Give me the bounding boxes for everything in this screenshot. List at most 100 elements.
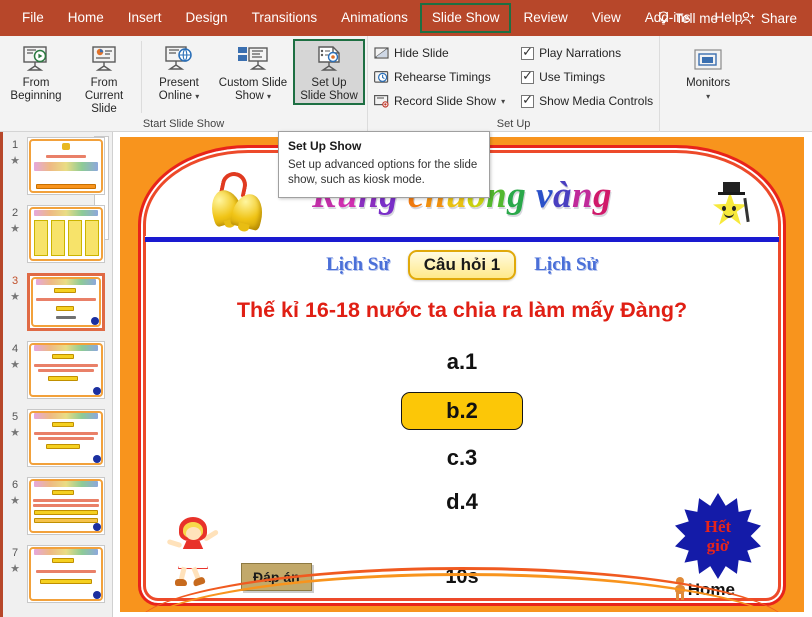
use-timings-checkbox-row[interactable]: Use Timings xyxy=(517,65,657,89)
list-item[interactable]: 4 ★ xyxy=(0,336,112,404)
title-letter: v xyxy=(536,175,553,216)
thumbnail-image[interactable] xyxy=(27,545,105,603)
chevron-down-icon[interactable]: ▾ xyxy=(706,90,710,103)
animation-star-icon: ★ xyxy=(10,155,20,167)
record-slide-show-label: Record Slide Show xyxy=(394,94,497,108)
hide-slide-button[interactable]: Hide Slide xyxy=(370,41,509,65)
present-online-icon xyxy=(163,43,195,77)
animation-star-icon: ★ xyxy=(10,223,20,235)
share-label: Share xyxy=(760,10,797,26)
chevron-down-icon[interactable]: ▾ xyxy=(267,92,271,101)
from-beginning-label-1: From xyxy=(22,77,50,89)
from-current-slide-label-1: From xyxy=(90,77,118,89)
present-from-beginning-icon xyxy=(20,43,52,77)
thumbnail-number: 2 xyxy=(11,207,19,219)
from-current-slide-button[interactable]: From Current Slide xyxy=(70,39,138,116)
lightbulb-icon xyxy=(657,10,670,26)
custom-slide-show-icon xyxy=(236,43,270,77)
tab-file[interactable]: File xyxy=(10,3,56,33)
ribbon-divider xyxy=(141,41,142,113)
tab-animations[interactable]: Animations xyxy=(329,3,420,33)
tooltip-title: Set Up Show xyxy=(288,139,362,153)
list-item[interactable]: 5 ★ xyxy=(0,404,112,472)
use-timings-checkbox[interactable] xyxy=(521,68,535,84)
from-beginning-button[interactable]: From Beginning xyxy=(2,39,70,103)
title-letter: n xyxy=(571,175,594,216)
list-item[interactable]: 6 ★ xyxy=(0,472,112,540)
thumbnail-image[interactable] xyxy=(27,205,105,263)
slide-content-frame: Rung chuông vàng Lịch Sử xyxy=(135,145,789,606)
subject-right-label: Lịch Sử xyxy=(534,254,598,275)
ribbon-tab-bar: File Home Insert Design Transitions Anim… xyxy=(0,0,812,36)
answer-options: a.1 b.2 c.3 d.4 xyxy=(141,348,783,532)
tab-slide-show[interactable]: Slide Show xyxy=(419,3,512,33)
list-item[interactable]: 7 ★ xyxy=(0,540,112,608)
use-timings-label: Use Timings xyxy=(539,70,606,84)
chevron-down-icon[interactable]: ▾ xyxy=(195,92,199,101)
answer-option-c[interactable]: c.3 xyxy=(141,444,783,472)
slide-thumbnail-pane[interactable]: ▲ 1★ 2★ 3★ 4★ 5★ xyxy=(0,132,113,617)
rehearse-timings-icon xyxy=(374,70,389,84)
show-media-controls-checkbox-row[interactable]: Show Media Controls xyxy=(517,89,657,113)
animation-star-icon: ★ xyxy=(10,359,20,371)
question-number-badge[interactable]: Câu hỏi 1 xyxy=(407,250,517,280)
person-add-icon xyxy=(740,11,756,26)
rehearse-timings-button[interactable]: Rehearse Timings xyxy=(370,65,509,89)
monitors-label: Monitors xyxy=(686,77,731,89)
tab-review[interactable]: Review xyxy=(511,3,579,33)
share-button[interactable]: Share xyxy=(731,6,806,31)
present-from-current-icon xyxy=(88,43,120,77)
thumbnail-image[interactable] xyxy=(27,341,105,399)
title-letter: g xyxy=(507,175,527,216)
list-item[interactable]: 3 ★ xyxy=(0,268,112,336)
thumbnail-image-selected[interactable] xyxy=(27,273,105,331)
ribbon-group-set-up: Hide Slide Rehearse Timings Record Slide… xyxy=(368,36,661,132)
tab-insert[interactable]: Insert xyxy=(116,3,174,33)
answer-option-a[interactable]: a.1 xyxy=(141,348,783,376)
tab-home[interactable]: Home xyxy=(56,3,116,33)
tab-transitions[interactable]: Transitions xyxy=(240,3,330,33)
monitors-button[interactable]: Monitors ▾ xyxy=(674,39,742,103)
ribbon-right-controls: Tell me Share xyxy=(648,6,806,31)
record-slide-show-button[interactable]: Record Slide Show ▾ xyxy=(370,89,509,113)
list-item[interactable]: 1 ★ xyxy=(0,132,112,200)
ribbon-group-start-slide-show: From Beginning From Current Slide Presen… xyxy=(0,36,368,132)
title-letter: g xyxy=(593,175,613,216)
thumbnail-image[interactable] xyxy=(27,409,105,467)
thumbnail-number: 5 xyxy=(11,411,19,423)
golden-bells-icon xyxy=(206,169,269,232)
play-narrations-checkbox-row[interactable]: Play Narrations xyxy=(517,41,657,65)
chevron-down-icon[interactable]: ▾ xyxy=(501,97,505,106)
set-up-slide-show-button[interactable]: Set Up Slide Show xyxy=(293,39,365,105)
set-up-show-tooltip: Set Up Show Set up advanced options for … xyxy=(278,131,490,198)
monitors-icon xyxy=(692,43,724,77)
thumbnail-number: 6 xyxy=(11,479,19,491)
group-label-monitors xyxy=(660,117,756,132)
custom-slide-show-label-1: Custom Slide xyxy=(218,77,288,89)
show-media-controls-checkbox[interactable] xyxy=(521,92,535,108)
thumbnail-number: 1 xyxy=(11,139,19,151)
animation-star-icon: ★ xyxy=(10,563,20,575)
thumbnail-number: 3 xyxy=(11,275,19,287)
thumbnail-image[interactable] xyxy=(27,477,105,535)
tab-view[interactable]: View xyxy=(580,3,633,33)
thumbnail-image[interactable] xyxy=(27,137,105,195)
tab-design[interactable]: Design xyxy=(174,3,240,33)
main-area: ▲ 1★ 2★ 3★ 4★ 5★ xyxy=(0,132,812,617)
star-character-icon xyxy=(711,178,759,230)
present-online-button[interactable]: Present Online ▾ xyxy=(145,39,213,103)
list-item[interactable]: 2 ★ xyxy=(0,200,112,268)
play-narrations-label: Play Narrations xyxy=(539,46,622,60)
from-current-slide-label-2: Current Slide xyxy=(84,90,124,115)
slide-3[interactable]: Rung chuông vàng Lịch Sử xyxy=(120,137,804,612)
custom-slide-show-label-2: Show ▾ xyxy=(235,90,271,102)
play-narrations-checkbox[interactable] xyxy=(521,44,535,60)
ribbon: From Beginning From Current Slide Presen… xyxy=(0,36,812,132)
answer-option-b[interactable]: b.2 xyxy=(401,392,523,430)
custom-slide-show-button[interactable]: Custom Slide Show ▾ xyxy=(213,39,293,103)
tell-me-button[interactable]: Tell me xyxy=(648,6,727,31)
set-up-slide-show-icon xyxy=(313,43,345,77)
subject-row: Lịch Sử Câu hỏi 1 Lịch Sử xyxy=(141,250,783,280)
tell-me-label: Tell me xyxy=(675,10,718,26)
rehearse-timings-label: Rehearse Timings xyxy=(394,70,491,84)
